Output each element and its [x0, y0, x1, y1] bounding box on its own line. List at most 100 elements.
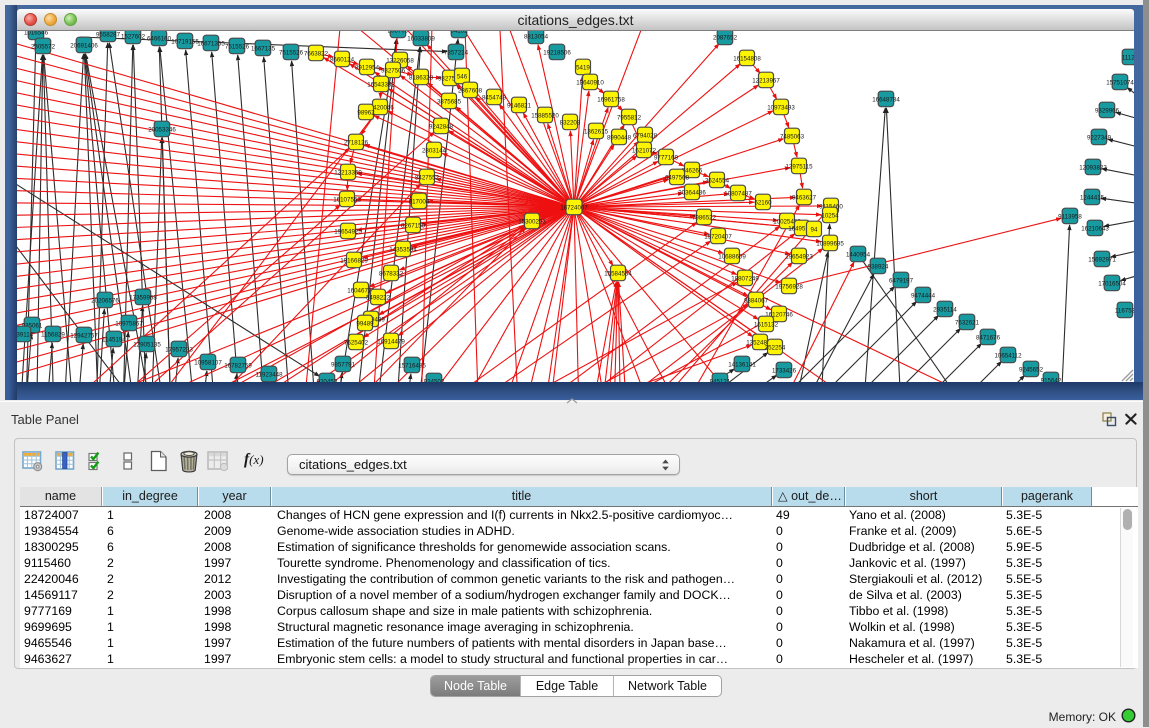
svg-text:1145194: 1145194 — [102, 336, 126, 343]
svg-text:10899695: 10899695 — [816, 240, 844, 247]
svg-text:3624554: 3624554 — [705, 177, 730, 184]
svg-text:7515526: 7515526 — [279, 49, 304, 56]
svg-text:8454749: 8454749 — [482, 94, 507, 101]
svg-text:15885520: 15885520 — [531, 112, 559, 119]
svg-text:19756928: 19756928 — [775, 283, 803, 290]
svg-text:16914479: 16914479 — [377, 338, 405, 345]
svg-text:10254: 10254 — [821, 212, 839, 219]
svg-text:16210643: 16210643 — [1081, 225, 1109, 232]
svg-text:12905135: 12905135 — [133, 341, 161, 348]
svg-text:14353594: 14353594 — [389, 246, 417, 253]
svg-text:939114: 939114 — [17, 331, 34, 338]
svg-text:20691406: 20691406 — [70, 42, 98, 49]
svg-text:7986522: 7986522 — [692, 214, 717, 221]
svg-text:16671355: 16671355 — [197, 40, 225, 47]
svg-text:2803144: 2803144 — [422, 147, 447, 154]
svg-text:817004: 817004 — [409, 198, 430, 205]
svg-text:7663822: 7663822 — [304, 50, 329, 57]
svg-text:7357224: 7357224 — [444, 49, 469, 56]
svg-text:10958107: 10958107 — [194, 359, 222, 366]
svg-text:16107552: 16107552 — [333, 196, 361, 203]
svg-text:11123: 11123 — [1122, 54, 1134, 61]
svg-text:8267150: 8267150 — [401, 222, 426, 229]
svg-text:1440954: 1440954 — [846, 251, 871, 258]
svg-text:16033809: 16033809 — [407, 35, 435, 42]
svg-text:1621072: 1621072 — [632, 147, 657, 154]
svg-text:12213369: 12213369 — [334, 169, 362, 176]
svg-text:9327506: 9327506 — [381, 67, 406, 74]
svg-text:16154808: 16154808 — [733, 55, 761, 62]
svg-text:16543382: 16543382 — [367, 81, 395, 88]
svg-text:20364436: 20364436 — [678, 189, 706, 196]
svg-text:832203: 832203 — [560, 119, 581, 126]
svg-text:12213967: 12213967 — [752, 77, 780, 84]
svg-text:938924: 938924 — [868, 263, 889, 270]
svg-text:9857791: 9857791 — [331, 361, 356, 368]
svg-text:8471676: 8471676 — [976, 334, 1001, 341]
svg-text:11923448: 11923448 — [255, 371, 283, 378]
svg-text:15716485: 15716485 — [398, 362, 426, 369]
svg-text:1667135: 1667135 — [251, 45, 276, 52]
svg-text:9245652: 9245652 — [1019, 366, 1044, 373]
svg-text:16648784: 16648784 — [872, 96, 900, 103]
svg-text:1016546: 1016546 — [24, 31, 49, 36]
svg-text:10654112: 10654112 — [994, 352, 1022, 359]
svg-text:18640910: 18640910 — [576, 79, 604, 86]
svg-text:1362615: 1362615 — [584, 128, 609, 135]
svg-text:2087652: 2087652 — [713, 34, 738, 41]
svg-text:18724007: 18724007 — [560, 204, 588, 211]
svg-text:1527602: 1527602 — [121, 33, 146, 40]
svg-text:208709: 208709 — [388, 31, 409, 34]
svg-text:3875685: 3875685 — [437, 98, 462, 105]
svg-text:84132: 84132 — [450, 31, 468, 34]
svg-text:20053346: 20053346 — [148, 126, 176, 133]
svg-text:9329966: 9329966 — [1095, 107, 1120, 114]
svg-text:6794028: 6794028 — [633, 132, 658, 139]
svg-text:2305572: 2305572 — [31, 43, 56, 50]
svg-text:1156829: 1156829 — [41, 331, 65, 338]
svg-text:8813054: 8813054 — [524, 33, 549, 40]
svg-text:6466160: 6466160 — [147, 35, 172, 42]
svg-text:19166829: 19166829 — [340, 257, 368, 264]
svg-text:16782759: 16782759 — [224, 362, 252, 369]
svg-text:15584554: 15584554 — [604, 270, 632, 277]
svg-text:7515526: 7515526 — [225, 43, 250, 50]
svg-text:1244415: 1244415 — [1080, 194, 1105, 201]
svg-text:20206576: 20206576 — [91, 297, 119, 304]
svg-text:18807249: 18807249 — [731, 275, 759, 282]
svg-text:546: 546 — [457, 73, 468, 80]
svg-text:8427552: 8427552 — [415, 174, 440, 181]
svg-text:7632621: 7632621 — [955, 319, 980, 326]
svg-text:9242848: 9242848 — [429, 123, 454, 130]
svg-text:19654923: 19654923 — [785, 253, 813, 260]
svg-text:10719155: 10719155 — [171, 38, 199, 45]
svg-text:6497568: 6497568 — [665, 174, 690, 181]
svg-text:17957223: 17957223 — [165, 346, 193, 353]
svg-text:10688609: 10688609 — [718, 253, 746, 260]
svg-text:2935114: 2935114 — [933, 306, 957, 313]
svg-text:9227349: 9227349 — [1087, 134, 1112, 141]
svg-text:252254: 252254 — [765, 344, 786, 351]
svg-text:2867608: 2867608 — [458, 87, 483, 94]
svg-text:1733426: 1733426 — [772, 367, 797, 374]
svg-text:94: 94 — [811, 226, 818, 233]
svg-text:6479197: 6479197 — [889, 277, 914, 284]
svg-text:3498222: 3498222 — [366, 294, 391, 301]
svg-text:17359968: 17359968 — [129, 294, 157, 301]
svg-text:19654925: 19654925 — [334, 228, 362, 235]
svg-text:19218506: 19218506 — [543, 49, 571, 56]
svg-text:7485063: 7485063 — [780, 133, 805, 140]
svg-text:10975867: 10975867 — [115, 320, 143, 327]
svg-text:12975115: 12975115 — [785, 163, 813, 170]
svg-text:8678332: 8678332 — [379, 270, 404, 277]
svg-text:1615132: 1615132 — [754, 321, 779, 328]
svg-text:9884067: 9884067 — [744, 297, 769, 304]
svg-text:15692971: 15692971 — [1088, 256, 1116, 263]
svg-text:62160: 62160 — [754, 199, 772, 206]
svg-text:10973493: 10973493 — [767, 104, 795, 111]
svg-text:9463627: 9463627 — [792, 194, 817, 201]
svg-text:14136141: 14136141 — [728, 361, 756, 368]
svg-text:8912954: 8912954 — [355, 64, 380, 71]
svg-text:98962: 98962 — [357, 109, 375, 116]
svg-text:9474444: 9474444 — [911, 292, 936, 299]
